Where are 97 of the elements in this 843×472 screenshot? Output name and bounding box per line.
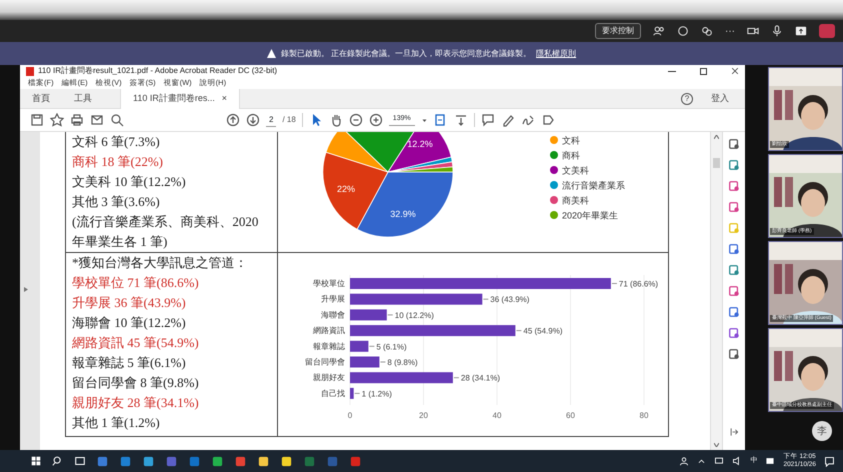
- scroll-mode-icon[interactable]: [454, 113, 468, 127]
- category-label: 親朋好友: [313, 373, 345, 382]
- category-label: 報章雜誌: [313, 342, 345, 351]
- page-total: / 18: [282, 114, 296, 126]
- legend-label: 商科: [562, 150, 580, 160]
- value-label: 5 (6.1%): [376, 342, 407, 352]
- close-icon[interactable]: [731, 67, 739, 75]
- response-line: 學校單位 71 筆(86.6%): [72, 274, 200, 292]
- legend-label: 文科: [562, 136, 580, 146]
- category-label: 升學展: [321, 294, 345, 304]
- bar: [350, 309, 387, 320]
- camera-icon[interactable]: [747, 25, 759, 37]
- scroll-up-button[interactable]: [714, 135, 719, 139]
- response-line: 其他 3 筆(3.6%): [72, 193, 161, 211]
- value-label: 8 (9.8%): [387, 358, 418, 367]
- signature-icon[interactable]: [520, 113, 535, 127]
- axis-tick-label: 40: [492, 411, 502, 420]
- response-line: *獲知台灣各大學訊息之管道：: [72, 254, 248, 272]
- axis-tick-label: 0: [348, 411, 352, 420]
- recording-notice: 錄製已啟動。 正在錄製此會議。一旦加入，即表示您同意此會議錄製。: [280, 48, 532, 60]
- response-line: (流行音樂產業系、商美科、2020: [72, 213, 260, 231]
- chat-icon[interactable]: [677, 25, 689, 37]
- response-line: 年畢業生各 1 筆): [72, 233, 168, 251]
- notification-icon[interactable]: [824, 456, 835, 466]
- category-label: 自己找: [321, 388, 345, 398]
- axis-tick-label: 60: [566, 411, 575, 420]
- response-line: 網路資訊 45 筆(54.9%): [72, 334, 200, 352]
- restore-button[interactable]: [700, 68, 707, 74]
- privacy-link[interactable]: 隱私權原則: [536, 48, 576, 60]
- people-icon[interactable]: [653, 25, 665, 37]
- legend-label: 流行音樂產業系: [562, 180, 625, 190]
- caret-icon[interactable]: [420, 116, 428, 124]
- network-icon[interactable]: [714, 456, 724, 466]
- category-label: 留台同學會: [305, 358, 345, 366]
- search-icon[interactable]: [110, 113, 124, 127]
- response-line: 海聯會 10 筆(12.2%): [72, 314, 187, 332]
- window-title: 110 IR計畫問卷result_1021.pdf - Adobe Acrobat Reader DC (32-bit): [38, 65, 278, 77]
- value-label: 28 (34.1%): [460, 374, 500, 383]
- task-view-icon[interactable]: [74, 455, 86, 467]
- page-up-icon[interactable]: [226, 113, 240, 127]
- stamp-icon[interactable]: [540, 113, 555, 127]
- minimize-button[interactable]: [668, 70, 676, 72]
- slice-label: 12.2%: [407, 139, 433, 149]
- tab-close-button[interactable]: ×: [222, 92, 227, 106]
- category-label: 海聯會: [321, 310, 345, 320]
- more-button[interactable]: ···: [725, 24, 735, 38]
- response-line: 留台同學會 8 筆(9.8%): [72, 374, 200, 392]
- hang-up-button[interactable]: [819, 24, 835, 38]
- response-line: 升學展 36 筆(43.9%): [72, 294, 187, 312]
- response-line: 報章雜誌 5 筆(6.1%): [72, 354, 187, 372]
- response-line: 文科 6 筆(7.3%): [72, 133, 161, 151]
- response-line: 親朋好友 28 筆(34.1%): [72, 394, 200, 412]
- axis-tick-label: 20: [419, 411, 428, 420]
- legend-label: 2020年畢業生: [562, 210, 618, 220]
- reaction-icon[interactable]: [701, 25, 713, 37]
- slice-label: 22%: [337, 184, 355, 194]
- microphone-icon[interactable]: [771, 25, 783, 37]
- zoom-in-icon[interactable]: [368, 113, 383, 127]
- save-icon[interactable]: [30, 113, 44, 127]
- request-control-button[interactable]: 要求控制: [595, 23, 641, 39]
- response-line: 商科 18 筆(22%): [72, 153, 164, 171]
- legend-label: 商美科: [562, 196, 589, 206]
- bar: [350, 388, 354, 399]
- star-icon[interactable]: [50, 113, 64, 127]
- legend-label: 文美科: [562, 166, 589, 176]
- category-label: 學校單位: [313, 279, 345, 288]
- nav-tab[interactable]: 工具: [62, 88, 104, 108]
- help-button[interactable]: ?: [681, 92, 693, 104]
- value-label: 71 (86.6%): [618, 280, 658, 288]
- response-line: 文美科 10 筆(12.2%): [72, 173, 187, 191]
- expand-handle[interactable]: [24, 287, 28, 292]
- nav-tab[interactable]: 首頁: [20, 88, 62, 108]
- slice-label: 32.9%: [390, 209, 416, 219]
- page-down-icon[interactable]: [246, 113, 260, 127]
- value-label: 1 (1.2%): [362, 389, 392, 398]
- zoom-out-icon[interactable]: [348, 113, 363, 127]
- response-line: 其他 1 筆(1.2%): [72, 414, 161, 432]
- sign-in-link[interactable]: 登入: [711, 92, 729, 106]
- participant-avatar[interactable]: 李: [812, 421, 832, 441]
- person-icon[interactable]: [679, 456, 690, 466]
- share-icon[interactable]: [795, 25, 807, 37]
- warning-icon: [266, 49, 276, 58]
- category-label: 網路資訊: [313, 326, 345, 336]
- axis-tick-label: 80: [640, 411, 648, 420]
- keyboard-icon[interactable]: [765, 456, 776, 466]
- bar: [350, 340, 368, 352]
- scrollbar-thumb[interactable]: [713, 158, 720, 168]
- scroll-down-button[interactable]: [714, 443, 719, 447]
- print-icon[interactable]: [70, 113, 84, 127]
- value-label: 10 (12.2%): [394, 310, 434, 320]
- windows-start-icon[interactable]: [30, 455, 42, 467]
- value-label: 45 (54.9%): [523, 326, 563, 336]
- page-number-field[interactable]: 2: [266, 114, 276, 126]
- collapse-panel-icon[interactable]: [729, 427, 739, 437]
- value-label: 36 (43.9%): [490, 295, 530, 304]
- document-tab[interactable]: 110 IR計畫問卷res... ×: [120, 88, 240, 108]
- bar: [350, 356, 380, 368]
